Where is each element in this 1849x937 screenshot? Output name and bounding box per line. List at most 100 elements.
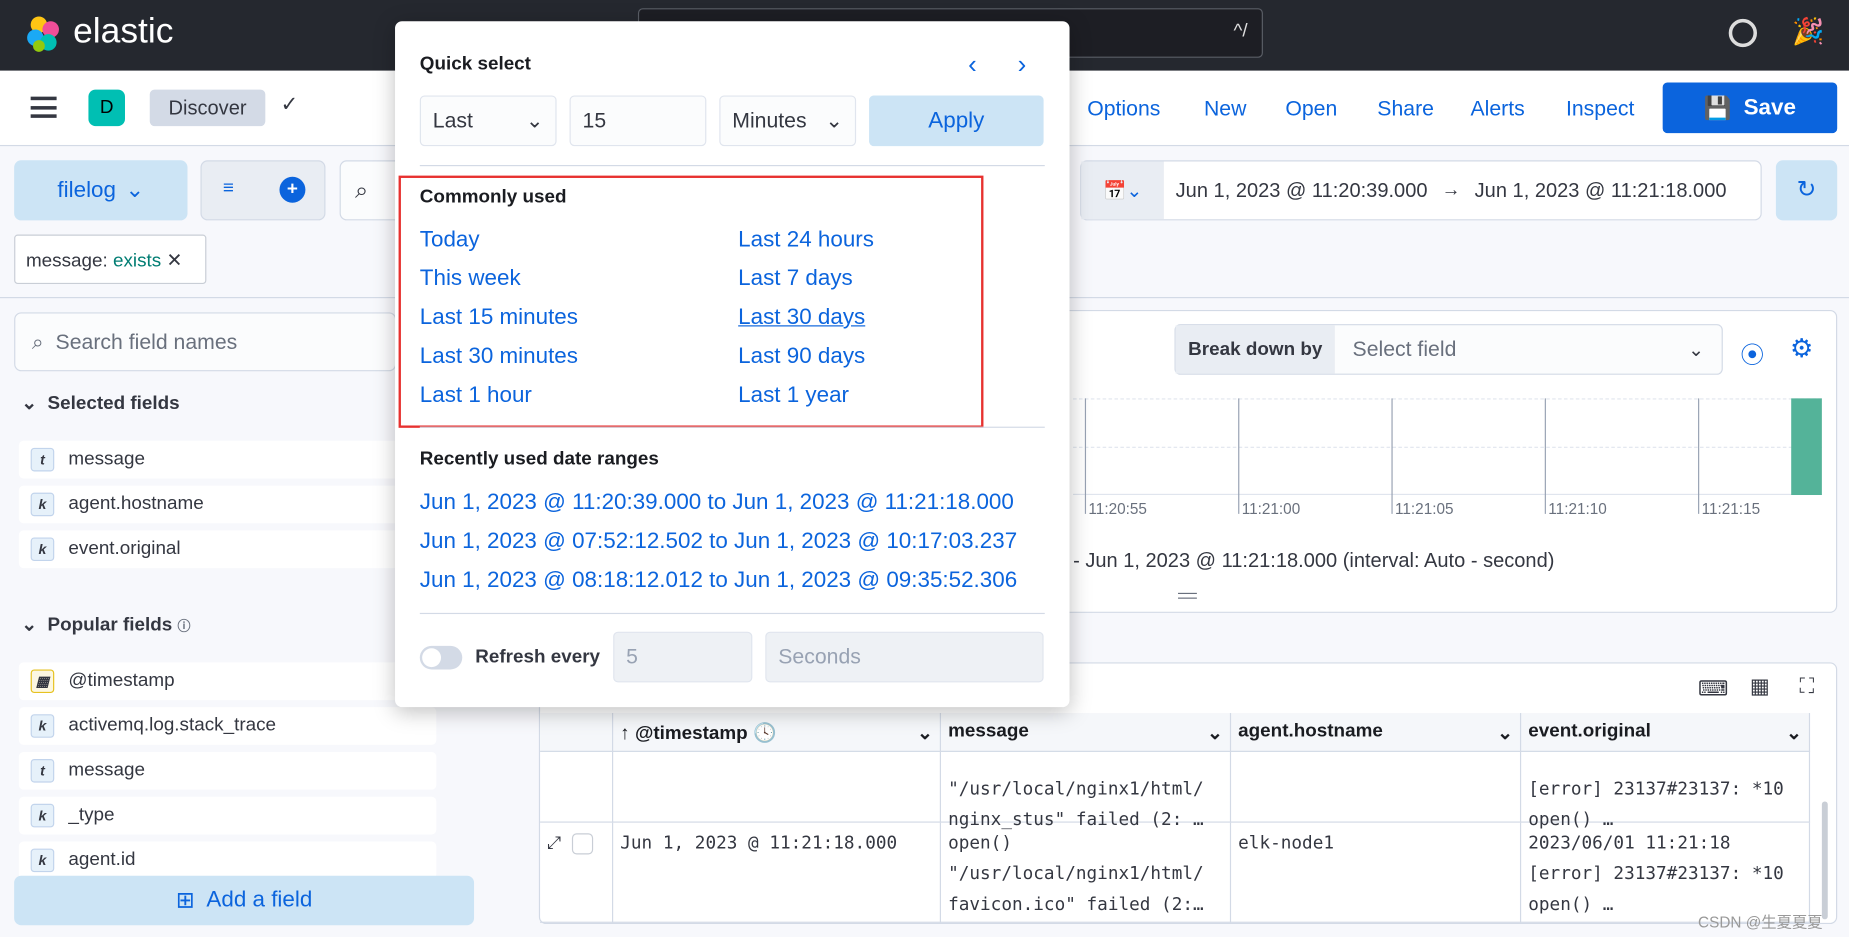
filter-icon[interactable]: ≡	[223, 178, 234, 199]
table-row[interactable]: ⤢ Jun 1, 2023 @ 11:21:18.000 open() "/usr…	[540, 822, 1811, 923]
selected-fields-heading[interactable]: ⌄ Selected fields	[21, 391, 179, 415]
recent-range-link[interactable]: Jun 1, 2023 @ 08:18:12.012 to Jun 1, 202…	[420, 568, 1017, 594]
quick-select-popover: Quick select ‹ › Last ⌄ 15 Minutes ⌄ Apply…	[395, 21, 1070, 708]
commonly-used-link[interactable]: Last 1 hour	[420, 383, 532, 409]
column-header-timestamp[interactable]: ↑ @timestamp 🕓 ⌄	[613, 713, 942, 752]
histogram-bar[interactable]	[1791, 398, 1822, 496]
menu-alerts[interactable]: Alerts	[1470, 97, 1524, 122]
filter-value: exists	[113, 251, 162, 272]
recent-range-link[interactable]: Jun 1, 2023 @ 07:52:12.502 to Jun 1, 202…	[420, 529, 1017, 555]
next-icon[interactable]: ›	[1018, 50, 1027, 81]
menu-inspect[interactable]: Inspect	[1566, 97, 1634, 122]
commonly-used-link[interactable]: Today	[420, 227, 480, 253]
selected-field-item[interactable]: k event.original	[18, 530, 437, 569]
popular-field-item[interactable]: ▦ @timestamp	[18, 662, 437, 701]
commonly-used-link[interactable]: Last 7 days	[738, 266, 853, 292]
date-picker: 📅⌄ Jun 1, 2023 @ 11:20:39.000 → Jun 1, 2…	[1080, 160, 1762, 221]
menu-share[interactable]: Share	[1377, 97, 1434, 122]
keyboard-icon[interactable]: ⌨	[1698, 677, 1729, 702]
refresh-unit-select[interactable]: Seconds	[765, 631, 1044, 683]
refresh-toggle[interactable]	[419, 645, 463, 670]
tick-label: 11:21:00	[1241, 499, 1301, 518]
date-field-icon: ▦	[30, 669, 55, 694]
unit-select[interactable]: Minutes ⌄	[719, 95, 857, 147]
text-field-icon: t	[30, 759, 55, 783]
save-label: Save	[1743, 94, 1796, 120]
unit-value: Minutes	[732, 108, 807, 133]
field-name: message	[68, 760, 145, 781]
resize-handle[interactable]	[1178, 592, 1197, 599]
add-field-button[interactable]: ⊞ Add a field	[14, 875, 475, 926]
chart-area	[1073, 398, 1822, 496]
refresh-interval-input[interactable]: 5	[613, 631, 753, 683]
chart-options-icon[interactable]: ⦿	[1740, 336, 1764, 370]
space-avatar[interactable]: D	[88, 89, 125, 127]
save-button[interactable]: 💾 Save	[1662, 82, 1838, 134]
tick-label: 11:21:05	[1394, 499, 1454, 518]
keyword-field-icon: k	[30, 803, 55, 828]
news-feed-icon[interactable]: 🎉	[1792, 17, 1824, 48]
cell-line: "/usr/local/nginx1/html/	[948, 777, 1204, 800]
column-header-message[interactable]: message ⌄	[941, 713, 1232, 752]
commonly-used-link[interactable]: Last 24 hours	[738, 227, 874, 253]
cell-hostname	[1231, 751, 1522, 823]
menu-options[interactable]: Options	[1087, 97, 1160, 122]
column-label: event.original	[1528, 721, 1651, 742]
commonly-used-link[interactable]: Last 90 days	[738, 344, 865, 370]
menu-icon[interactable]	[30, 96, 57, 118]
refresh-icon[interactable]: ↻	[1775, 160, 1838, 221]
apply-button[interactable]: Apply	[869, 95, 1044, 147]
popular-fields-heading[interactable]: ⌄ Popular fields ⓘ	[21, 613, 190, 637]
popular-field-item[interactable]: t message	[18, 751, 437, 790]
commonly-used-link[interactable]: Last 15 minutes	[420, 305, 578, 331]
refresh-label: Refresh every	[475, 647, 601, 668]
previous-icon[interactable]: ‹	[968, 50, 977, 81]
keyword-field-icon: k	[30, 714, 55, 738]
selected-field-item[interactable]: k agent.hostname	[18, 485, 437, 524]
commonly-used-link[interactable]: Last 1 year	[738, 383, 849, 409]
cell-event-original: [error] 23137#23137: *10 open() …	[1521, 751, 1811, 830]
filter-pill[interactable]: message: exists ✕	[14, 234, 207, 285]
row-checkbox[interactable]	[571, 832, 594, 854]
shortcut-hint: ^/	[1233, 21, 1248, 42]
menu-open[interactable]: Open	[1285, 97, 1337, 122]
fullscreen-icon[interactable]: ⛶	[1799, 674, 1814, 699]
commonly-used-link[interactable]: Last 30 days	[738, 305, 865, 331]
add-filter-icon[interactable]: +	[279, 176, 306, 203]
popular-field-item[interactable]: k _type	[18, 796, 437, 835]
expand-icon[interactable]: ⤢	[547, 832, 561, 853]
tick-line	[1698, 398, 1700, 514]
direction-select[interactable]: Last ⌄	[419, 95, 557, 147]
value-input[interactable]: 15	[569, 95, 707, 147]
calendar-icon[interactable]: 📅⌄	[1081, 161, 1164, 220]
popular-field-item[interactable]: k activemq.log.stack_trace	[18, 707, 437, 745]
table-row[interactable]: "/usr/local/nginx1/html/nginx_stus" fail…	[540, 751, 1811, 830]
column-header-hostname[interactable]: agent.hostname ⌄	[1231, 713, 1522, 752]
table-scrollbar[interactable]	[1821, 801, 1828, 920]
gear-icon[interactable]: ⚙	[1790, 334, 1813, 365]
filter-field: message:	[25, 251, 108, 272]
field-name: agent.hostname	[68, 493, 204, 514]
recent-range-link[interactable]: Jun 1, 2023 @ 11:20:39.000 to Jun 1, 202…	[420, 490, 1014, 516]
selected-field-item[interactable]: t message	[18, 440, 437, 479]
popular-field-item[interactable]: k agent.id	[18, 841, 437, 880]
commonly-used-link[interactable]: This week	[420, 266, 521, 292]
data-view-picker[interactable]: filelog ⌄	[14, 160, 188, 221]
control-column	[540, 713, 614, 752]
chevron-down-icon: ⌄	[1688, 340, 1704, 361]
start-date[interactable]: Jun 1, 2023 @ 11:20:39.000	[1176, 179, 1428, 203]
popular-fields-title: Popular fields	[47, 615, 173, 636]
clock-icon: 🕓	[752, 723, 777, 744]
breadcrumb-discover[interactable]: Discover	[149, 89, 266, 127]
density-icon[interactable]: ▦	[1750, 674, 1770, 699]
commonly-used-link[interactable]: Last 30 minutes	[420, 344, 578, 370]
menu-new[interactable]: New	[1204, 97, 1246, 122]
field-name: event.original	[68, 538, 181, 559]
help-icon[interactable]	[1728, 18, 1758, 48]
cell-line: "/usr/local/nginx1/html/	[948, 862, 1204, 884]
end-date[interactable]: Jun 1, 2023 @ 11:21:18.000	[1475, 179, 1727, 203]
breakdown-select[interactable]: Break down by Select field ⌄	[1174, 324, 1723, 375]
column-header-event-original[interactable]: event.original ⌄	[1521, 713, 1811, 752]
field-search-input[interactable]: ⌕ Search field names	[14, 312, 397, 372]
close-icon[interactable]: ✕	[166, 251, 182, 271]
